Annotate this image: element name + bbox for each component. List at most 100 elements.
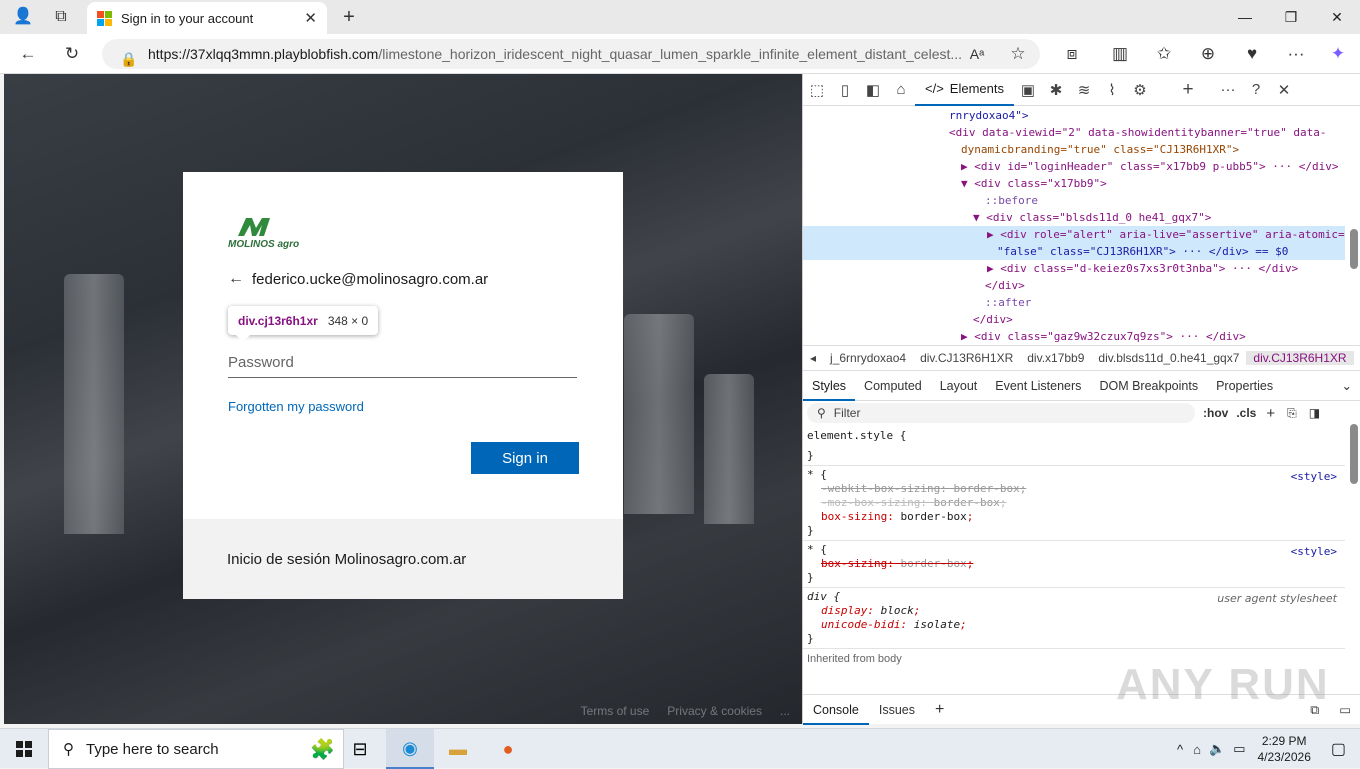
breadcrumb-item[interactable]: div.x17bb9 bbox=[1020, 351, 1091, 365]
dom-line[interactable]: </div> bbox=[803, 311, 1345, 328]
tab-layout[interactable]: Layout bbox=[931, 371, 987, 401]
inspect-element-icon[interactable]: ⬚ bbox=[803, 81, 831, 99]
styles-scrollbar[interactable] bbox=[1350, 424, 1358, 484]
css-property[interactable]: box-sizing: border-box; bbox=[807, 557, 1341, 571]
rule-selector[interactable]: * { bbox=[807, 468, 1341, 482]
new-rule-icon[interactable]: + bbox=[1266, 405, 1275, 422]
add-tool-icon[interactable]: + bbox=[1174, 79, 1202, 101]
breadcrumb-item-active[interactable]: div.CJ13R6H1XR bbox=[1246, 351, 1354, 365]
browser-tab[interactable]: Sign in to your account ✕ bbox=[87, 2, 327, 34]
css-property[interactable]: -moz-box-sizing: border-box; bbox=[807, 496, 1341, 510]
split-screen-icon[interactable]: ▥ bbox=[1105, 34, 1135, 74]
back-icon[interactable]: ← bbox=[13, 34, 43, 74]
copilot-icon[interactable]: ✦ bbox=[1323, 34, 1353, 74]
start-button[interactable] bbox=[0, 729, 48, 769]
welcome-home-icon[interactable]: ⌂ bbox=[887, 81, 915, 98]
dock-icon[interactable]: ◧ bbox=[859, 81, 887, 99]
minimize-icon[interactable]: — bbox=[1222, 0, 1268, 34]
performance-tab-icon[interactable]: ⌇ bbox=[1098, 81, 1126, 99]
taskbar-search[interactable]: ⚲ Type here to search 🧩 bbox=[48, 729, 344, 769]
dom-line[interactable]: dynamicbranding="true" class="CJ13R6H1XR… bbox=[803, 141, 1345, 158]
tab-console[interactable]: Console bbox=[803, 695, 869, 725]
dom-line[interactable]: rnrydoxao4"> bbox=[803, 107, 1345, 124]
styles-filter-input[interactable]: ⚲ Filter bbox=[807, 403, 1195, 423]
dom-line[interactable]: <div data-viewid="2" data-showidentityba… bbox=[803, 124, 1345, 141]
css-property[interactable]: box-sizing: border-box; bbox=[807, 510, 1341, 524]
tab-computed[interactable]: Computed bbox=[855, 371, 931, 401]
clock[interactable]: 2:29 PM 4/23/2026 bbox=[1257, 733, 1310, 765]
close-drawer-icon[interactable]: ▭ bbox=[1329, 695, 1360, 725]
add-drawer-tab-icon[interactable]: + bbox=[925, 695, 954, 725]
forgot-password-link[interactable]: Forgotten my password bbox=[228, 399, 364, 414]
read-aloud-icon[interactable]: Aᵃ bbox=[962, 34, 992, 74]
bug-icon[interactable]: ✱ bbox=[1042, 81, 1070, 99]
dom-line[interactable]: ▼ <div class="x17bb9"> bbox=[803, 175, 1345, 192]
dom-line[interactable]: ▶ <div id="loginHeader" class="x17bb9 p-… bbox=[803, 158, 1345, 175]
dom-line[interactable]: </div> bbox=[803, 277, 1345, 294]
tab-properties[interactable]: Properties bbox=[1207, 371, 1282, 401]
volume-icon[interactable]: 🔈 bbox=[1209, 741, 1225, 757]
rule-source-link[interactable]: <style> bbox=[1291, 470, 1337, 483]
tab-elements[interactable]: </> Elements bbox=[915, 74, 1014, 106]
password-input[interactable] bbox=[228, 348, 577, 378]
footer-more[interactable]: ... bbox=[780, 704, 790, 718]
dom-line[interactable]: ▶ <div class="gaz9w32czux7q9zs"> ··· </d… bbox=[803, 328, 1345, 345]
css-property[interactable]: display: block; bbox=[807, 604, 1341, 618]
dom-line-selected[interactable]: ▶ <div role="alert" aria-live="assertive… bbox=[803, 226, 1345, 243]
class-toggle[interactable]: .cls bbox=[1236, 406, 1256, 420]
dom-line[interactable]: ::before bbox=[803, 192, 1345, 209]
firefox-icon[interactable]: ● bbox=[484, 729, 532, 769]
breadcrumb-item[interactable]: div.blsds11d_0.he41_gqx7 bbox=[1091, 351, 1246, 365]
network-icon[interactable]: ≋ bbox=[1070, 81, 1098, 99]
dom-line-selected[interactable]: "false" class="CJ13R6H1XR"> ··· </div> =… bbox=[803, 243, 1345, 260]
restore-icon[interactable]: ❐ bbox=[1268, 0, 1314, 34]
display-icon[interactable]: ▭ bbox=[1233, 741, 1245, 757]
help-icon[interactable]: ? bbox=[1242, 81, 1270, 98]
rule-selector[interactable]: * { bbox=[807, 543, 1341, 557]
device-toolbar-icon[interactable]: ▯ bbox=[831, 81, 859, 99]
settings-gear-icon[interactable]: ⚙ bbox=[1126, 81, 1154, 99]
favorite-star-icon[interactable]: ☆ bbox=[1003, 34, 1033, 74]
css-property[interactable]: unicode-bidi: isolate; bbox=[807, 618, 1341, 632]
breadcrumb-scroll-left-icon[interactable]: ◂ bbox=[803, 351, 823, 365]
tab-issues[interactable]: Issues bbox=[869, 695, 925, 725]
tab-event-listeners[interactable]: Event Listeners bbox=[986, 371, 1090, 401]
profile-icon[interactable]: 👤 bbox=[6, 0, 40, 34]
toggle-sidebar-icon[interactable]: ◨ bbox=[1309, 406, 1320, 420]
site-info-icon[interactable]: 🔒 bbox=[114, 39, 144, 69]
refresh-icon[interactable]: ↻ bbox=[57, 34, 87, 74]
terms-link[interactable]: Terms of use bbox=[581, 704, 650, 718]
console-icon[interactable]: ▣ bbox=[1014, 81, 1042, 99]
dom-line[interactable]: ::after bbox=[803, 294, 1345, 311]
dom-line[interactable]: ▶ <div class="d-keiez0s7xs3r0t3nba"> ···… bbox=[803, 260, 1345, 277]
dom-line[interactable]: ▼ <div class="blsds11d_0 he41_gqx7"> bbox=[803, 209, 1345, 226]
back-arrow-icon[interactable]: ← bbox=[228, 270, 244, 288]
extensions-icon[interactable]: ⧈ bbox=[1057, 34, 1087, 74]
sign-in-button[interactable]: Sign in bbox=[471, 442, 579, 474]
tab-dom-breakpoints[interactable]: DOM Breakpoints bbox=[1090, 371, 1207, 401]
more-menu-icon[interactable]: ··· bbox=[1281, 34, 1311, 74]
notifications-icon[interactable]: ▢ bbox=[1331, 739, 1346, 759]
breadcrumb-item[interactable]: div.CJ13R6H1XR bbox=[913, 351, 1020, 365]
css-property[interactable]: -webkit-box-sizing: border-box; bbox=[807, 482, 1341, 496]
rule-source-link[interactable]: <style> bbox=[1291, 545, 1337, 558]
tab-styles[interactable]: Styles bbox=[803, 371, 856, 401]
favorites-icon[interactable]: ✩ bbox=[1149, 34, 1179, 74]
task-view-icon[interactable]: ⊟ bbox=[336, 729, 384, 769]
performance-icon[interactable]: ♥ bbox=[1237, 34, 1267, 74]
close-window-icon[interactable]: ✕ bbox=[1314, 0, 1360, 34]
close-devtools-icon[interactable]: ✕ bbox=[1270, 81, 1298, 99]
file-explorer-icon[interactable]: ▬ bbox=[434, 729, 482, 769]
rule-selector[interactable]: element.style { bbox=[807, 429, 1341, 443]
breadcrumb-item[interactable]: j_6rnrydoxao4 bbox=[823, 351, 913, 365]
element-state-icon[interactable]: ⎘ bbox=[1287, 406, 1297, 421]
network-tray-icon[interactable]: ⌂ bbox=[1193, 742, 1201, 757]
edge-taskbar-icon[interactable]: ◉ bbox=[386, 729, 434, 769]
new-tab-icon[interactable]: + bbox=[334, 0, 364, 34]
dom-scrollbar[interactable] bbox=[1350, 229, 1358, 269]
collections-icon[interactable]: ⊕ bbox=[1193, 34, 1223, 74]
devtools-more-icon[interactable]: ··· bbox=[1214, 81, 1242, 98]
privacy-link[interactable]: Privacy & cookies bbox=[667, 704, 762, 718]
tray-chevron-icon[interactable]: ^ bbox=[1177, 742, 1183, 757]
url-field[interactable]: 🔒 https://37xlqq3mmn.playblobfish.com/li… bbox=[102, 39, 1040, 69]
